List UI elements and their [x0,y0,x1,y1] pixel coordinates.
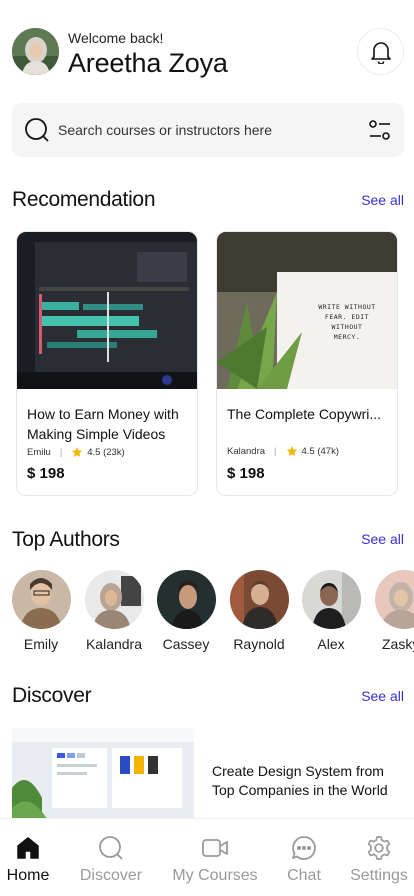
course-price: $ 198 [227,465,265,482]
course-thumbnail [17,232,197,389]
course-title: The Complete Copywri... [227,406,382,422]
top-authors-see-all-link[interactable]: See all [361,531,404,547]
course-meta: Emilu | 4.5 (23k) [27,446,125,458]
course-author: Emilu [27,446,51,458]
author-name: Kalandra [85,636,143,652]
recommendation-see-all-link[interactable]: See all [361,192,404,208]
thumbnail-quote: WRITE WITHOUT FEAR. EDIT WITHOUT MERCY. [318,303,376,341]
author-name: Cassey [162,636,210,652]
meta-divider: | [59,446,63,458]
search-input[interactable] [58,122,348,138]
nav-home[interactable]: Home [6,833,50,885]
header: Welcome back! Areetha Zoya [12,26,404,80]
nav-label: Home [6,867,50,884]
course-card[interactable]: How to Earn Money with Making Simple Vid… [16,231,198,496]
course-rating: 4.5 (23k) [87,446,125,458]
bell-icon [370,41,391,64]
filter-icon[interactable] [368,119,392,141]
nav-label: My Courses [172,867,258,884]
author-avatar [156,570,216,629]
nav-label: Settings [350,867,408,884]
discover-title: Discover [12,684,92,707]
author-item[interactable]: Zasky [374,570,414,652]
author-name: Alex [317,636,345,652]
nav-settings[interactable]: Settings [348,833,410,885]
author-avatar [229,570,289,629]
nav-chat[interactable]: Chat [284,833,324,885]
star-icon [71,447,83,457]
author-item[interactable]: Kalandra [84,570,144,652]
video-icon [170,833,260,863]
course-title: How to Earn Money with Making Simple Vid… [27,406,179,442]
user-name: Areetha Zoya [68,48,228,78]
course-thumbnail: WRITE WITHOUT FEAR. EDIT WITHOUT MERCY. [217,232,397,389]
gear-icon [348,833,410,863]
author-avatar [84,570,144,629]
meta-divider: | [274,445,277,457]
course-price: $ 198 [27,465,65,482]
author-name: Emily [23,636,59,652]
notifications-button[interactable] [357,28,404,75]
author-avatar [301,570,361,629]
discover-item-title[interactable]: Create Design System from Top Companies … [212,762,407,800]
author-item[interactable]: Cassey [156,570,216,652]
course-meta: Kalandra | 4.5 (47k) [227,445,339,457]
search-icon [78,833,144,863]
discover-see-all-link[interactable]: See all [361,688,404,704]
course-rating: 4.5 (47k) [301,445,340,457]
user-avatar[interactable] [12,28,59,75]
nav-discover[interactable]: Discover [78,833,144,885]
star-icon [286,446,297,456]
home-icon [6,833,50,863]
nav-my-courses[interactable]: My Courses [170,833,260,885]
author-name: Raynold [233,636,285,652]
bottom-navigation: Home Discover My Courses Chat Settings [0,818,414,896]
author-item[interactable]: Emily [11,570,71,652]
recommendation-title: Recomendation [12,188,156,211]
top-authors-title: Top Authors [12,528,120,551]
author-item[interactable]: Alex [301,570,361,652]
search-bar [12,103,404,157]
author-avatar [11,570,71,629]
home-screen: Welcome back! Areetha Zoya Recomendation… [0,0,414,896]
nav-label: Discover [79,867,143,884]
greeting-text: Welcome back! [68,30,164,46]
author-name: Zasky [382,636,414,652]
nav-label: Chat [287,867,321,884]
course-author: Kalandra [227,445,266,457]
course-card[interactable]: WRITE WITHOUT FEAR. EDIT WITHOUT MERCY. … [216,231,398,496]
chat-icon [284,833,324,863]
discover-thumbnail[interactable] [12,728,194,828]
author-item[interactable]: Raynold [229,570,289,652]
search-icon [24,117,50,143]
author-avatar [374,570,414,629]
